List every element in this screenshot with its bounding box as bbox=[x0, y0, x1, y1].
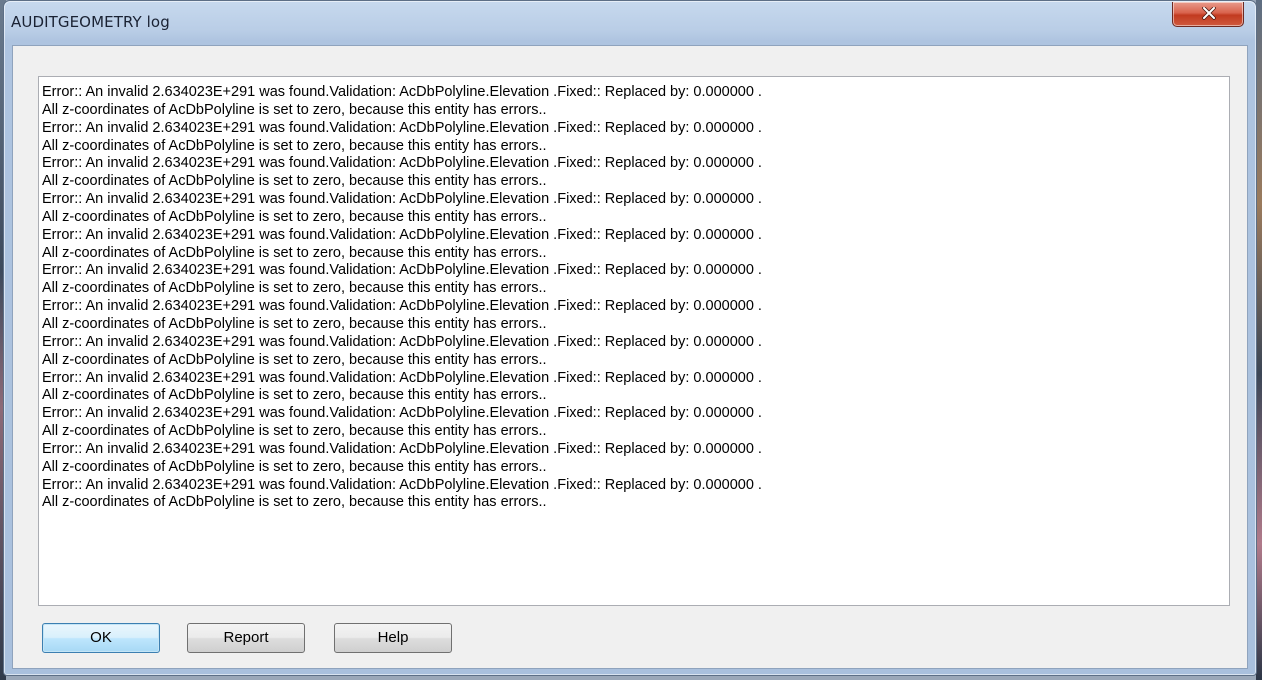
log-line: All z-coordinates of AcDbPolyline is set… bbox=[42, 208, 547, 225]
log-line: Error:: An invalid 2.634023E+291 was fou… bbox=[42, 440, 762, 457]
window-title: AUDITGEOMETRY log bbox=[11, 13, 170, 31]
auditgeometry-log-dialog: AUDITGEOMETRY log Error:: An invalid 2.6… bbox=[3, 0, 1257, 676]
log-line: Error:: An invalid 2.634023E+291 was fou… bbox=[42, 369, 762, 386]
log-line: Error:: An invalid 2.634023E+291 was fou… bbox=[42, 84, 762, 100]
log-line: Error:: An invalid 2.634023E+291 was fou… bbox=[42, 298, 762, 315]
log-line: All z-coordinates of AcDbPolyline is set… bbox=[42, 423, 547, 440]
help-button[interactable]: Help bbox=[334, 623, 452, 653]
close-icon bbox=[1202, 7, 1216, 20]
log-line: All z-coordinates of AcDbPolyline is set… bbox=[42, 137, 547, 154]
log-line: Error:: An invalid 2.634023E+291 was fou… bbox=[42, 226, 762, 243]
log-line: Error:: An invalid 2.634023E+291 was fou… bbox=[42, 405, 762, 422]
log-line: All z-coordinates of AcDbPolyline is set… bbox=[42, 280, 547, 297]
log-line: All z-coordinates of AcDbPolyline is set… bbox=[42, 387, 547, 404]
log-line: All z-coordinates of AcDbPolyline is set… bbox=[42, 173, 547, 190]
log-line: All z-coordinates of AcDbPolyline is set… bbox=[42, 244, 547, 261]
log-line: Error:: An invalid 2.634023E+291 was fou… bbox=[42, 155, 762, 172]
log-line: Error:: An invalid 2.634023E+291 was fou… bbox=[42, 262, 762, 279]
title-bar[interactable]: AUDITGEOMETRY log bbox=[4, 1, 1256, 45]
report-button[interactable]: Report bbox=[187, 623, 305, 653]
dialog-client-area: Error:: An invalid 2.634023E+291 was fou… bbox=[12, 45, 1248, 669]
log-line: All z-coordinates of AcDbPolyline is set… bbox=[42, 101, 547, 118]
log-line: Error:: An invalid 2.634023E+291 was fou… bbox=[42, 191, 762, 208]
log-text-area[interactable]: Error:: An invalid 2.634023E+291 was fou… bbox=[38, 76, 1230, 606]
log-line: Error:: An invalid 2.634023E+291 was fou… bbox=[42, 333, 762, 350]
log-line: All z-coordinates of AcDbPolyline is set… bbox=[42, 494, 547, 511]
log-line: All z-coordinates of AcDbPolyline is set… bbox=[42, 315, 547, 332]
close-button[interactable] bbox=[1172, 2, 1244, 27]
log-line: All z-coordinates of AcDbPolyline is set… bbox=[42, 351, 547, 368]
log-line: Error:: An invalid 2.634023E+291 was fou… bbox=[42, 119, 762, 136]
ok-button[interactable]: OK bbox=[42, 623, 160, 653]
log-line: Error:: An invalid 2.634023E+291 was fou… bbox=[42, 476, 762, 493]
log-line: All z-coordinates of AcDbPolyline is set… bbox=[42, 458, 547, 475]
